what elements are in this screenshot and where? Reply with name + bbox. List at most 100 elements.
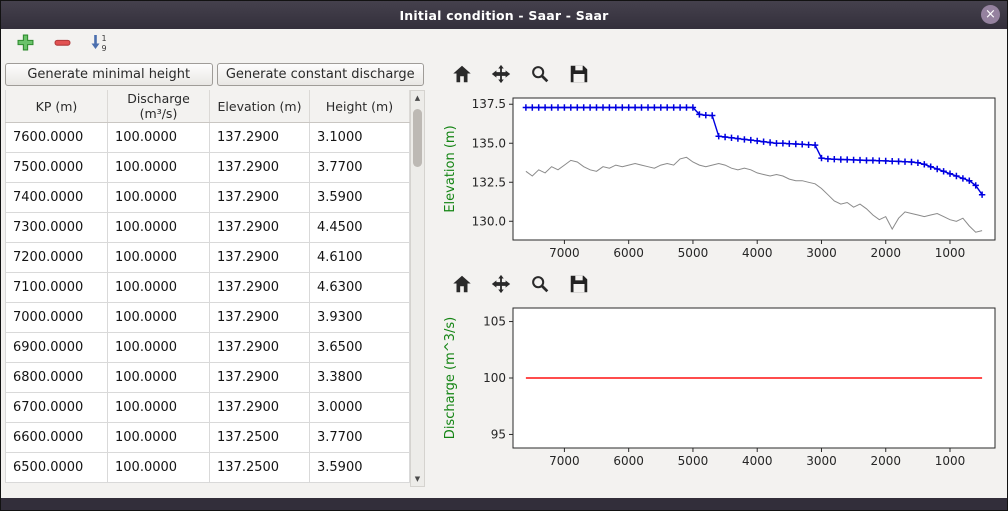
table-cell[interactable]: 7000.0000: [6, 303, 108, 333]
table-cell[interactable]: 7400.0000: [6, 183, 108, 213]
remove-row-button[interactable]: [50, 33, 74, 57]
table-cell[interactable]: 100.0000: [108, 333, 210, 363]
svg-text:137.5: 137.5: [472, 97, 506, 111]
table-cell[interactable]: 100.0000: [108, 303, 210, 333]
discharge-chart-canvas[interactable]: 700060005000400030002000100010510095Disc…: [439, 300, 1003, 478]
table-cell[interactable]: 6500.0000: [6, 453, 108, 483]
table-row[interactable]: 7300.0000100.0000137.29004.4500: [6, 213, 410, 243]
table-row[interactable]: 7000.0000100.0000137.29003.9300: [6, 303, 410, 333]
table-cell[interactable]: 100.0000: [108, 213, 210, 243]
titlebar[interactable]: Initial condition - Saar - Saar ×: [1, 1, 1007, 29]
table-cell[interactable]: 3.5900: [310, 183, 410, 213]
table-row[interactable]: 7500.0000100.0000137.29003.7700: [6, 153, 410, 183]
scrollbar-thumb[interactable]: [413, 109, 422, 167]
column-header[interactable]: Elevation (m): [210, 90, 310, 123]
close-button[interactable]: ×: [981, 5, 1000, 24]
zoom-icon: [529, 63, 551, 89]
column-header[interactable]: Discharge (m³/s): [108, 90, 210, 123]
table-cell[interactable]: 137.2900: [210, 273, 310, 303]
zoom-button[interactable]: [525, 63, 555, 89]
scroll-down-button[interactable]: ▼: [411, 472, 424, 486]
save-icon: [568, 273, 590, 299]
table-row[interactable]: 7400.0000100.0000137.29003.5900: [6, 183, 410, 213]
table-cell[interactable]: 3.5900: [310, 453, 410, 483]
table-cell[interactable]: 137.2900: [210, 333, 310, 363]
elevation-plot-toolbar: [439, 60, 1005, 90]
table-cell[interactable]: 137.2900: [210, 363, 310, 393]
table-cell[interactable]: 3.7700: [310, 423, 410, 453]
pan-icon: [490, 273, 512, 299]
pan-button[interactable]: [486, 63, 516, 89]
table-cell[interactable]: 7100.0000: [6, 273, 108, 303]
table-row[interactable]: 6600.0000100.0000137.25003.7700: [6, 423, 410, 453]
table-cell[interactable]: 100.0000: [108, 363, 210, 393]
svg-text:100: 100: [483, 371, 506, 385]
table-cell[interactable]: 3.3800: [310, 363, 410, 393]
table-cell[interactable]: 100.0000: [108, 183, 210, 213]
table-cell[interactable]: 137.2900: [210, 303, 310, 333]
table-row[interactable]: 7100.0000100.0000137.29004.6300: [6, 273, 410, 303]
table-cell[interactable]: 100.0000: [108, 243, 210, 273]
home-button[interactable]: [447, 63, 477, 89]
table-cell[interactable]: 100.0000: [108, 453, 210, 483]
generate-constant-discharge-button[interactable]: Generate constant discharge: [217, 63, 425, 86]
table-cell[interactable]: 137.2900: [210, 393, 310, 423]
column-header[interactable]: Height (m): [310, 90, 410, 123]
table-cell[interactable]: 137.2900: [210, 183, 310, 213]
table-cell[interactable]: 6900.0000: [6, 333, 108, 363]
table-cell[interactable]: 100.0000: [108, 153, 210, 183]
table-cell[interactable]: 137.2500: [210, 423, 310, 453]
save-icon: [568, 63, 590, 89]
scroll-up-button[interactable]: ▲: [411, 91, 424, 105]
sort-rows-button[interactable]: 1 9: [87, 33, 111, 57]
table-cell[interactable]: 4.4500: [310, 213, 410, 243]
table-cell[interactable]: 7500.0000: [6, 153, 108, 183]
table-row[interactable]: 6900.0000100.0000137.29003.6500: [6, 333, 410, 363]
table-cell[interactable]: 6700.0000: [6, 393, 108, 423]
table-cell[interactable]: 7200.0000: [6, 243, 108, 273]
zoom-button[interactable]: [525, 273, 555, 299]
svg-text:1: 1: [102, 34, 107, 43]
window-bottom-edge: [1, 498, 1007, 510]
table-cell[interactable]: 7600.0000: [6, 123, 108, 153]
table-cell[interactable]: 4.6300: [310, 273, 410, 303]
add-row-button[interactable]: [13, 33, 37, 57]
pan-icon: [490, 63, 512, 89]
table-row[interactable]: 6500.0000100.0000137.25003.5900: [6, 453, 410, 483]
table-cell[interactable]: 6800.0000: [6, 363, 108, 393]
table-cell[interactable]: 3.1000: [310, 123, 410, 153]
generate-minimal-height-button[interactable]: Generate minimal height: [5, 63, 213, 86]
table-row[interactable]: 6700.0000100.0000137.29003.0000: [6, 393, 410, 423]
table-row[interactable]: 6800.0000100.0000137.29003.3800: [6, 363, 410, 393]
table-cell[interactable]: 137.2900: [210, 123, 310, 153]
table-cell[interactable]: 100.0000: [108, 423, 210, 453]
table-row[interactable]: 7200.0000100.0000137.29004.6100: [6, 243, 410, 273]
table-cell[interactable]: 6600.0000: [6, 423, 108, 453]
table-cell[interactable]: 137.2900: [210, 153, 310, 183]
table-cell[interactable]: 3.9300: [310, 303, 410, 333]
save-button[interactable]: [564, 273, 594, 299]
table-cell[interactable]: 100.0000: [108, 273, 210, 303]
home-button[interactable]: [447, 273, 477, 299]
table-cell[interactable]: 137.2900: [210, 213, 310, 243]
initial-condition-table: KP (m)Discharge (m³/s)Elevation (m)Heigh…: [5, 90, 410, 483]
elevation-chart-canvas[interactable]: 7000600050004000300020001000137.5135.013…: [439, 90, 1003, 270]
table-cell[interactable]: 3.6500: [310, 333, 410, 363]
table-cell[interactable]: 4.6100: [310, 243, 410, 273]
pan-button[interactable]: [486, 273, 516, 299]
column-header[interactable]: KP (m): [6, 90, 108, 123]
save-button[interactable]: [564, 63, 594, 89]
window-title: Initial condition - Saar - Saar: [399, 8, 608, 23]
scrollbar-track[interactable]: [411, 105, 424, 472]
table-cell[interactable]: 100.0000: [108, 123, 210, 153]
table-row[interactable]: 7600.0000100.0000137.29003.1000: [6, 123, 410, 153]
table-scrollbar[interactable]: ▲ ▼: [410, 90, 425, 487]
table-cell[interactable]: 137.2900: [210, 243, 310, 273]
table-cell[interactable]: 3.7700: [310, 153, 410, 183]
table-cell[interactable]: 3.0000: [310, 393, 410, 423]
table-cell[interactable]: 7300.0000: [6, 213, 108, 243]
table-cell[interactable]: 137.2500: [210, 453, 310, 483]
zoom-icon: [529, 273, 551, 299]
svg-text:5000: 5000: [678, 454, 709, 468]
table-cell[interactable]: 100.0000: [108, 393, 210, 423]
